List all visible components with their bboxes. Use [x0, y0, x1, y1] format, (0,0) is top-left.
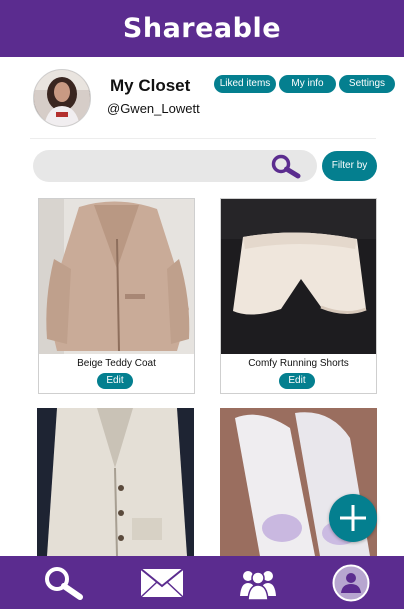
edit-button[interactable]: Edit	[279, 373, 315, 389]
user-photo-avatar-icon	[34, 70, 90, 126]
item-photo[interactable]	[39, 199, 194, 354]
app-header: Shareable	[0, 0, 404, 57]
item-photo[interactable]	[221, 199, 376, 354]
liked-items-button[interactable]: Liked items	[214, 75, 276, 93]
username: @Gwen_Lowett	[107, 101, 200, 116]
people-icon	[240, 570, 276, 600]
nav-profile[interactable]	[332, 556, 370, 609]
search-icon	[45, 566, 83, 600]
settings-button[interactable]: Settings	[339, 75, 395, 93]
closet-title: My Closet	[110, 76, 191, 95]
nav-search[interactable]	[40, 556, 88, 609]
bottom-nav	[0, 556, 404, 609]
mail-icon	[140, 567, 184, 598]
add-item-button[interactable]	[329, 494, 377, 542]
nav-messages[interactable]	[139, 556, 185, 609]
closet-item-card[interactable]: Beige Teddy Coat Edit	[38, 198, 195, 394]
profile-divider	[30, 138, 376, 139]
search-bar[interactable]	[33, 150, 317, 182]
coat-photo-icon	[39, 199, 194, 354]
app-title: Shareable	[122, 13, 282, 44]
item-name: Beige Teddy Coat	[77, 358, 156, 369]
my-info-button[interactable]: My info	[279, 75, 336, 93]
edit-button[interactable]: Edit	[97, 373, 133, 389]
search-input[interactable]	[33, 150, 277, 182]
closet-item-card[interactable]: Comfy Running Shorts Edit	[220, 198, 377, 394]
profile-icon	[332, 564, 370, 601]
avatar[interactable]	[33, 69, 91, 127]
nav-friends[interactable]	[238, 556, 278, 609]
cardigan-photo-icon	[37, 408, 194, 556]
search-icon[interactable]	[270, 153, 302, 179]
item-name: Comfy Running Shorts	[248, 358, 349, 369]
plus-icon	[340, 505, 366, 531]
closet-item-card[interactable]	[37, 408, 194, 556]
filter-button[interactable]: Filter by	[322, 151, 377, 181]
shorts-photo-icon	[221, 199, 376, 354]
